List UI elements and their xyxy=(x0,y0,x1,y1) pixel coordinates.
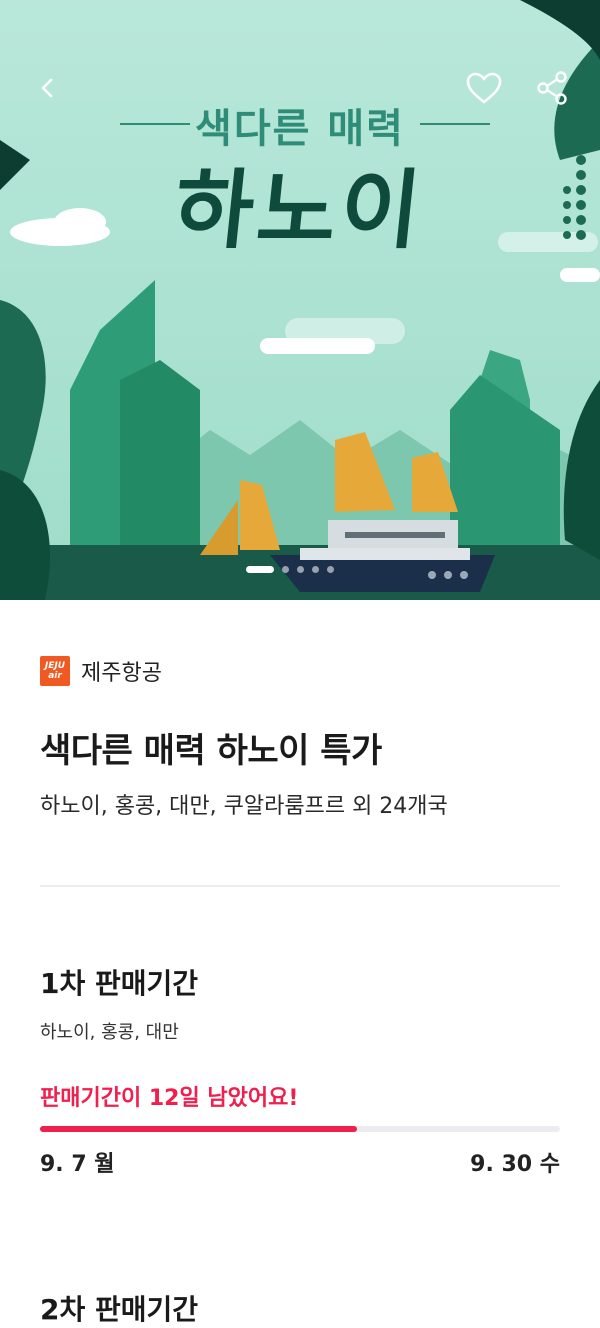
hero-illustration xyxy=(0,0,600,600)
period1-cities: 하노이, 홍콩, 대만 xyxy=(40,1022,179,1043)
period1-end-date: 9. 30 수 xyxy=(470,1152,560,1177)
period1-progress-fill xyxy=(40,1126,358,1132)
airline-logo: JEJU air xyxy=(40,656,70,686)
period2-title: 2차 판매기간 xyxy=(40,1293,199,1326)
period1-title: 1차 판매기간 xyxy=(40,967,199,1000)
carousel-indicator xyxy=(246,566,334,573)
back-button[interactable] xyxy=(22,62,74,114)
hero-banner[interactable]: 색다른 매력 하노이 xyxy=(0,0,600,600)
section-divider xyxy=(40,885,560,887)
airline-logo-bottom: air xyxy=(48,671,62,681)
share-button[interactable] xyxy=(526,62,578,114)
chevron-left-icon xyxy=(41,78,53,98)
heart-icon xyxy=(466,72,502,104)
period1-progress-bar xyxy=(40,1126,560,1132)
carousel-dot xyxy=(312,566,319,573)
banner-title: 하노이 xyxy=(169,161,430,261)
carousel-dot xyxy=(327,566,334,573)
period1-remaining: 판매기간이 12일 남았어요! xyxy=(40,1086,299,1111)
airline-logo-top: JEJU xyxy=(44,661,66,671)
period1-start-date: 9. 7 월 xyxy=(40,1152,115,1177)
deal-title: 색다른 매력 하노이 특가 xyxy=(40,731,382,771)
favorite-button[interactable] xyxy=(458,62,510,114)
carousel-dot xyxy=(282,566,289,573)
airline-row: JEJU air 제주항공 xyxy=(40,655,560,687)
deal-details: JEJU air 제주항공 색다른 매력 하노이 특가 하노이, 홍콩, 대만,… xyxy=(0,655,600,1328)
deal-destinations: 하노이, 홍콩, 대만, 쿠알라룸프르 외 24개국 xyxy=(40,794,448,819)
airline-name: 제주항공 xyxy=(81,661,162,686)
period1-dates: 9. 7 월 9. 30 수 xyxy=(40,1146,560,1178)
carousel-dot xyxy=(297,566,304,573)
carousel-dot xyxy=(246,566,274,573)
share-icon xyxy=(537,71,567,105)
